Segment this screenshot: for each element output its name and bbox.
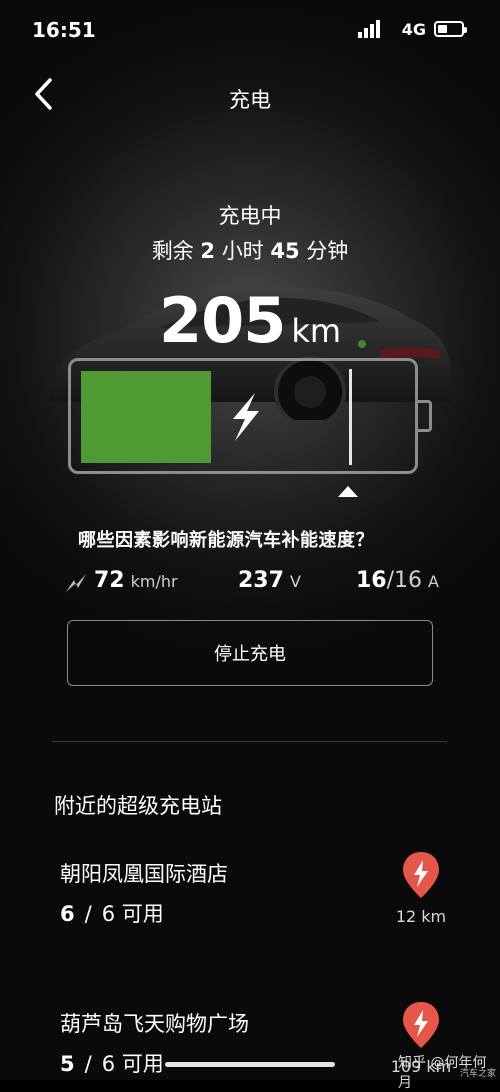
battery-cap: [418, 400, 432, 432]
remaining-prefix: 剩余: [151, 239, 194, 263]
stop-charging-button[interactable]: 停止充电: [67, 620, 433, 686]
remaining-minutes-unit: 分钟: [306, 239, 349, 263]
range-value: 205: [158, 284, 286, 357]
charge-limit-line[interactable]: [349, 369, 352, 465]
status-time: 16:51: [32, 18, 96, 42]
nearby-superchargers-heading: 附近的超级充电站: [54, 794, 222, 818]
lightning-bolt-icon: [233, 393, 259, 441]
battery-charge-fill: [81, 371, 211, 463]
overlay-caption: 哪些因素影响新能源汽车补能速度？: [78, 530, 374, 551]
stalls-available: 5: [60, 1052, 75, 1076]
network-type: 4G: [401, 20, 426, 39]
signal-icon: [358, 20, 380, 38]
voltage-value: 237: [238, 568, 284, 593]
remaining-hours: 2: [200, 239, 215, 263]
estimated-range: 205 km: [0, 284, 500, 357]
watermark-sub: 汽车之家: [460, 1069, 497, 1079]
remaining-minutes: 45: [270, 239, 300, 263]
station-name: 朝阳凤凰国际酒店: [60, 862, 228, 886]
stalls-available: 6: [60, 902, 75, 926]
charge-limit-marker[interactable]: [338, 486, 358, 497]
current: 16/16 A: [356, 568, 439, 593]
stalls-total: 6: [101, 902, 116, 926]
time-remaining: 剩余 2 小时 45 分钟: [0, 235, 500, 265]
map-pin-icon: [403, 852, 439, 898]
stalls-separator: /: [84, 902, 92, 926]
stalls-separator: /: [84, 1052, 92, 1076]
status-bar: 16:51 4G: [0, 0, 500, 62]
stalls-suffix: 可用: [121, 1052, 164, 1076]
station-name: 葫芦岛飞天购物广场: [60, 1012, 249, 1036]
station-availability: 6 / 6 可用: [60, 898, 164, 928]
divider: [52, 741, 447, 742]
current-value: 16: [356, 568, 387, 593]
page-title: 充电: [229, 88, 271, 112]
station-availability: 5 / 6 可用: [60, 1048, 164, 1078]
range-unit: km: [291, 312, 342, 350]
battery-gauge: [68, 358, 418, 474]
charging-stats: 72 km/hr 237 V 16/16 A: [0, 568, 500, 600]
charging-state: 充电中: [218, 204, 282, 228]
charge-speed-value: 72: [94, 568, 125, 593]
current-max: /16: [386, 568, 423, 593]
map-pin-icon: [403, 1002, 439, 1048]
current-unit: A: [428, 572, 439, 591]
battery-icon: [434, 21, 467, 37]
stalls-total: 6: [101, 1052, 116, 1076]
remaining-hours-unit: 小时: [221, 239, 264, 263]
stalls-suffix: 可用: [121, 902, 164, 926]
voltage-unit: V: [289, 572, 301, 591]
charging-bolt-icon: [66, 574, 86, 592]
charge-speed-unit: km/hr: [130, 572, 178, 591]
voltage: 237 V: [238, 568, 301, 593]
station-distance: 12 km: [395, 907, 447, 926]
home-indicator[interactable]: [165, 1062, 335, 1067]
